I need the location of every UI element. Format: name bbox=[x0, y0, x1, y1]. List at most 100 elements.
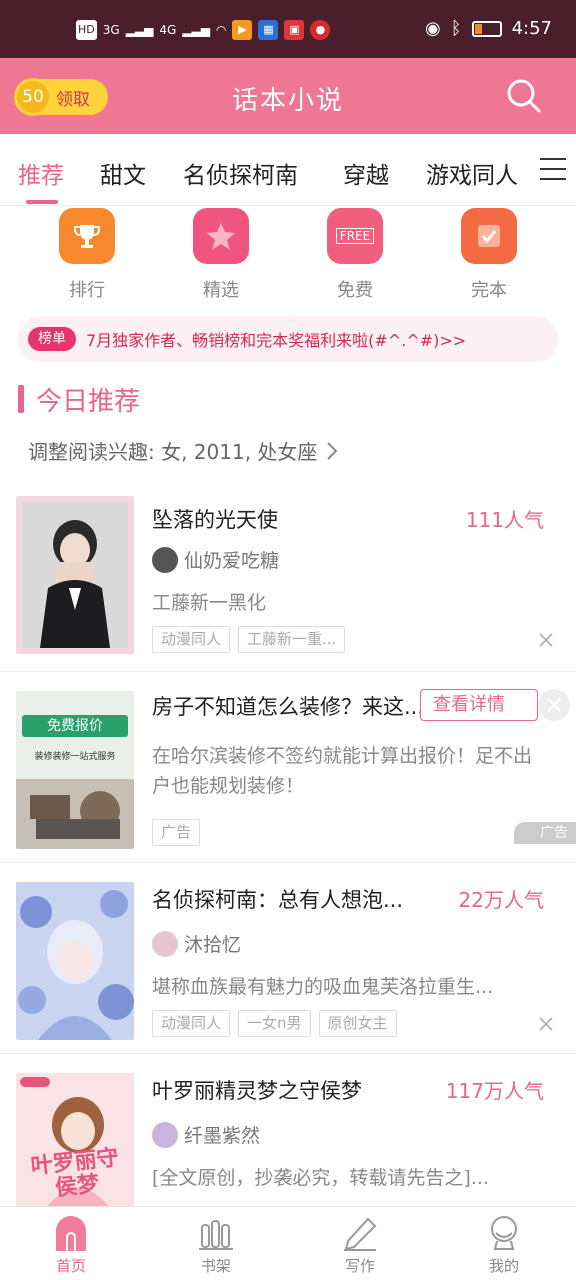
tab-sweet[interactable]: 甜文 bbox=[100, 156, 146, 190]
quick-link-label: 完本 bbox=[471, 280, 507, 301]
book-popularity: 111人气 bbox=[465, 508, 544, 532]
book-card[interactable]: 名侦探柯南：总有人想泡... 22万人气 沐拾忆 堪称血族最有魅力的吸血鬼芙洛拉… bbox=[0, 864, 576, 1054]
signal-bars-icon: ▂▃▅ bbox=[182, 23, 210, 37]
ad-title: 房子不知道怎么装修？来这... bbox=[152, 695, 425, 719]
book-description: 堪称血族最有魅力的吸血鬼芙洛拉重生... bbox=[152, 976, 494, 998]
book-author[interactable]: 纤墨紫然 bbox=[152, 1121, 260, 1148]
announcement-text: 7月独家作者、畅销榜和完本奖福利来啦(#^.^#)>> bbox=[86, 331, 467, 350]
book-description: [全文原创，抄袭必究，转载请先告之]... bbox=[152, 1167, 489, 1189]
check-icon bbox=[461, 208, 517, 264]
book-tag[interactable]: 动漫同人 bbox=[152, 1010, 231, 1037]
book-author[interactable]: 仙奶爱吃糖 bbox=[152, 546, 279, 573]
pen-icon bbox=[315, 1213, 405, 1251]
signal-4g: 4G bbox=[159, 23, 177, 37]
free-icon: FREE bbox=[327, 208, 383, 264]
wifi-icon: ◠ bbox=[216, 23, 227, 37]
status-bar: HD 3G ▂▃▅ 4G ▂▃▅ ◠ ▶ ▦ ▣ ● ◉ ᛒ 4:57 bbox=[0, 0, 576, 58]
reading-preference-text: 调整阅读兴趣: 女, 2011, 处女座 bbox=[28, 440, 318, 464]
book-popularity: 22万人气 bbox=[458, 888, 544, 912]
book-card[interactable]: 叶罗丽守侯梦 叶罗丽精灵梦之守侯梦 117万人气 纤墨紫然 [全文原创，抄袭必究… bbox=[0, 1055, 576, 1206]
section-title: 今日推荐 bbox=[36, 386, 141, 417]
nav-profile[interactable]: 我的 bbox=[459, 1213, 549, 1276]
notification-app-icon: ● bbox=[310, 20, 331, 40]
quick-link-label: 精选 bbox=[203, 280, 239, 301]
category-tabs: 推荐 甜文 名侦探柯南 穿越 游戏同人 bbox=[0, 134, 576, 206]
quick-link-ranking[interactable]: 排行 bbox=[52, 208, 122, 302]
announcement-badge: 榜单 bbox=[28, 327, 76, 351]
notification-app-icon: ▦ bbox=[258, 20, 279, 40]
book-title: 坠落的光天使 bbox=[152, 508, 278, 532]
dismiss-icon[interactable] bbox=[538, 1016, 554, 1032]
status-right: ◉ ᛒ 4:57 bbox=[425, 18, 552, 39]
tab-timetravel[interactable]: 穿越 bbox=[343, 156, 389, 190]
dismiss-icon[interactable] bbox=[538, 632, 554, 648]
section-header: 今日推荐 bbox=[18, 380, 140, 418]
author-avatar bbox=[152, 546, 178, 573]
home-icon bbox=[26, 1213, 116, 1251]
book-cover: 叶罗丽守侯梦 bbox=[16, 1073, 134, 1206]
battery-icon bbox=[471, 20, 502, 37]
active-tab-indicator bbox=[26, 200, 58, 204]
book-cover bbox=[16, 496, 134, 654]
book-tag[interactable]: 原创女主 bbox=[318, 1010, 397, 1037]
section-accent-bar bbox=[18, 385, 24, 413]
ad-cover-headline: 免费报价 bbox=[22, 715, 128, 737]
quick-link-featured[interactable]: 精选 bbox=[186, 208, 256, 302]
trophy-icon bbox=[59, 208, 115, 264]
profile-icon bbox=[459, 1213, 549, 1251]
chevron-right-icon bbox=[327, 441, 338, 460]
signal-bars-icon: ▂▃▅ bbox=[125, 23, 154, 37]
announcement-banner[interactable]: 榜单 7月独家作者、畅销榜和完本奖福利来啦(#^.^#)>> bbox=[18, 316, 558, 362]
ad-card[interactable]: 免费报价 装修装修一站式服务 房子不知道怎么装修？来这... 查看详情 在哈尔滨… bbox=[0, 673, 576, 863]
book-cover bbox=[16, 882, 134, 1040]
quick-link-completed[interactable]: 完本 bbox=[454, 208, 524, 302]
nav-label: 我的 bbox=[488, 1257, 519, 1275]
book-tag[interactable]: 工藤新一重... bbox=[238, 626, 346, 653]
status-left: HD 3G ▂▃▅ 4G ▂▃▅ ◠ ▶ ▦ ▣ ● bbox=[76, 20, 331, 40]
book-description: 工藤新一黑化 bbox=[152, 592, 267, 614]
reading-preference-link[interactable]: 调整阅读兴趣: 女, 2011, 处女座 bbox=[28, 436, 339, 465]
ad-tags: 广告 bbox=[152, 819, 201, 846]
bookshelf-icon bbox=[171, 1213, 261, 1251]
author-avatar bbox=[152, 930, 178, 957]
ad-mark: 广告 bbox=[514, 822, 576, 844]
eye-icon: ◉ bbox=[425, 18, 441, 39]
book-tag[interactable]: 动漫同人 bbox=[152, 626, 231, 653]
author-name: 纤墨紫然 bbox=[184, 1125, 261, 1147]
bluetooth-icon: ᛒ bbox=[450, 18, 462, 39]
notification-app-icon: ▣ bbox=[284, 20, 305, 40]
book-title: 名侦探柯南：总有人想泡... bbox=[152, 888, 404, 912]
ad-close-icon[interactable] bbox=[538, 689, 570, 721]
search-icon[interactable] bbox=[506, 78, 542, 114]
book-author[interactable]: 沐拾忆 bbox=[152, 930, 241, 957]
book-tags: 动漫同人 一女n男 原创女主 bbox=[152, 1010, 397, 1037]
nav-home[interactable]: 首页 bbox=[26, 1213, 116, 1276]
ad-cover: 免费报价 装修装修一站式服务 bbox=[16, 691, 134, 849]
book-tags: 动漫同人 工藤新一重... bbox=[152, 626, 346, 653]
notification-app-icon: ▶ bbox=[232, 20, 253, 40]
ad-tag: 广告 bbox=[152, 819, 201, 846]
tab-game-fanfic[interactable]: 游戏同人 bbox=[426, 156, 518, 190]
signal-3g: 3G bbox=[102, 23, 120, 37]
app-header: 50 领取 话本小说 bbox=[0, 58, 576, 134]
bottom-navigation: 首页 书架 写作 我的 bbox=[0, 1206, 576, 1280]
author-avatar bbox=[152, 1121, 178, 1148]
ad-description: 在哈尔滨装修不签约就能计算出报价！足不出户也能规划装修！ bbox=[152, 745, 533, 797]
quick-links: 排行 精选 FREE 免费 完本 bbox=[0, 206, 576, 306]
book-title: 叶罗丽精灵梦之守侯梦 bbox=[152, 1079, 362, 1103]
book-tag[interactable]: 一女n男 bbox=[238, 1010, 311, 1037]
menu-icon[interactable] bbox=[540, 158, 566, 180]
nav-label: 写作 bbox=[344, 1257, 375, 1275]
quick-link-free[interactable]: FREE 免费 bbox=[320, 208, 390, 302]
tab-conan[interactable]: 名侦探柯南 bbox=[183, 156, 298, 190]
tab-recommend[interactable]: 推荐 bbox=[18, 156, 64, 190]
clock: 4:57 bbox=[511, 18, 552, 39]
nav-bookshelf[interactable]: 书架 bbox=[171, 1213, 261, 1276]
nav-write[interactable]: 写作 bbox=[315, 1213, 405, 1276]
app-title: 话本小说 bbox=[231, 86, 344, 116]
star-icon bbox=[193, 208, 249, 264]
book-card[interactable]: 坠落的光天使 111人气 仙奶爱吃糖 工藤新一黑化 动漫同人 工藤新一重... bbox=[0, 496, 576, 672]
author-name: 沐拾忆 bbox=[184, 934, 242, 956]
nav-label: 书架 bbox=[200, 1257, 231, 1275]
view-details-button[interactable]: 查看详情 bbox=[420, 689, 538, 721]
